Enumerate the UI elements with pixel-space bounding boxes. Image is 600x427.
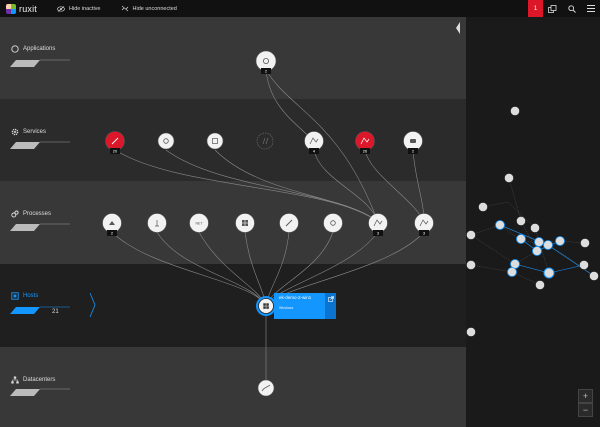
processes-label[interactable]: Processes <box>11 210 51 218</box>
logo-mark-icon <box>6 3 16 14</box>
top-bar-actions: 1 <box>528 0 600 17</box>
applications-label[interactable]: Applications <box>11 45 55 53</box>
hide-inactive-label: Hide inactive <box>69 5 101 12</box>
datacenters-icon <box>11 376 19 384</box>
window-stack-icon <box>548 4 557 13</box>
host-name: ek-demo-2-win1 <box>279 295 312 300</box>
processes-icon <box>11 210 19 218</box>
hosts-label-text: Hosts <box>23 293 39 299</box>
datacenters-label[interactable]: Datacenters <box>11 376 55 384</box>
hosts-label[interactable]: Hosts <box>11 292 38 300</box>
services-layer <box>0 99 466 181</box>
host-os: Windows <box>279 306 294 310</box>
zoom-out-icon: − <box>582 405 589 415</box>
search-icon <box>567 4 576 13</box>
datacenters-layer <box>0 347 466 427</box>
eye-slash-icon <box>57 5 65 12</box>
applications-layer <box>0 17 466 99</box>
link-slash-icon <box>121 5 128 12</box>
overview-panel <box>466 17 600 427</box>
zoom-in-icon: + <box>582 391 589 401</box>
datacenters-label-text: Datacenters <box>23 377 56 383</box>
gear-icon <box>11 128 19 136</box>
hosts-count: 21 <box>52 309 59 315</box>
hosts-layer <box>0 264 466 347</box>
hamburger-icon <box>586 5 595 12</box>
hide-unconnected-label: Hide unconnected <box>132 5 177 12</box>
search-button[interactable] <box>562 0 581 17</box>
problems-badge[interactable]: 1 <box>528 0 543 17</box>
problems-count: 1 <box>533 5 538 12</box>
applications-label-text: Applications <box>23 46 56 52</box>
open-host-button[interactable] <box>325 293 336 319</box>
hide-unconnected-button[interactable]: Hide unconnected <box>121 5 177 12</box>
ruxit-logo[interactable]: ruxit <box>6 3 46 14</box>
services-label-text: Services <box>23 129 47 135</box>
host-card[interactable]: ek-demo-2-win1 Windows <box>274 293 336 319</box>
processes-layer <box>0 181 466 264</box>
top-bar: ruxit Hide inactive Hide unconnected 1 <box>0 0 600 17</box>
hide-inactive-button[interactable]: Hide inactive <box>57 6 101 12</box>
logo-text: ruxit <box>19 3 38 14</box>
external-link-icon <box>327 296 334 302</box>
host-icon <box>11 292 19 300</box>
services-label[interactable]: Services <box>11 128 46 136</box>
windows-toggle-button[interactable] <box>543 0 562 17</box>
applications-icon <box>11 45 19 53</box>
zoom-in-button[interactable]: + <box>578 389 593 403</box>
zoom-out-button[interactable]: − <box>578 403 593 417</box>
processes-label-text: Processes <box>23 211 52 217</box>
menu-button[interactable] <box>581 0 600 17</box>
